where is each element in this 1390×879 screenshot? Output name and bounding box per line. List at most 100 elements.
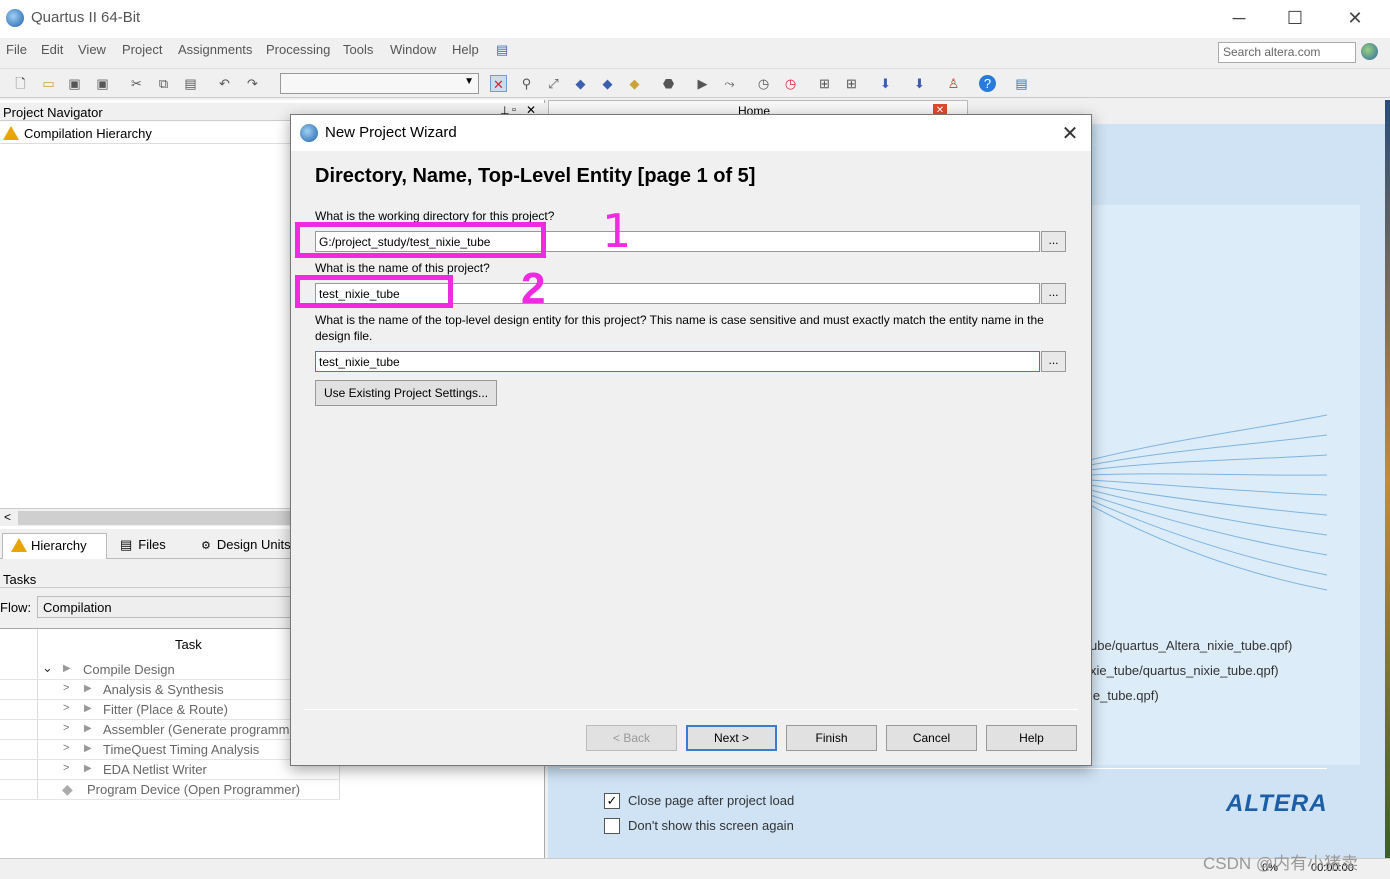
use-existing-settings-button[interactable]: Use Existing Project Settings... [315,380,497,406]
finish-button[interactable]: Finish [786,725,877,751]
menu-view[interactable]: View [78,42,106,57]
help-button[interactable]: Help [986,725,1077,751]
toolbar: 🗋 ▭ ▣ ▣ ✂ ⧉ ▤ ↶ ↷ ✕ ⚲ ⤢ ◆ ◆ ◆ ⬣ ▶ ⤳ ◷ ◷ … [0,68,1390,98]
analysis-icon[interactable]: ◆ [599,75,616,92]
sopc-builder-icon[interactable]: ♙ [945,75,962,92]
rtl-viewer-icon[interactable]: ⊞ [816,75,833,92]
browse-entity-button[interactable]: ... [1041,351,1066,372]
next-button[interactable]: Next > [686,725,777,751]
task-row-assembler[interactable]: > ▶ Assembler (Generate programmi [0,720,340,740]
checkmark-icon: ✓ [606,793,618,808]
task-row-compile-design[interactable]: ⌄ ▶ Compile Design [0,660,340,680]
copy-icon[interactable]: ⧉ [155,75,172,92]
close-window-button[interactable]: ✕ [1332,6,1378,30]
design-units-icon: ⚙ [201,540,211,552]
project-navigator-title: Project Navigator [3,105,103,120]
undo-icon[interactable]: ↶ [216,75,233,92]
chip-editor-icon[interactable]: ⬇ [911,75,928,92]
tab-hierarchy[interactable]: Hierarchy [2,533,107,559]
dialog-title: New Project Wizard [325,124,457,141]
dont-show-checkbox[interactable] [604,818,620,834]
chevron-right-icon[interactable]: > [63,682,69,694]
annotation-number-2: 2 [521,264,546,313]
play-icon: ▶ [84,703,92,714]
dialog-close-button[interactable]: ✕ [1058,121,1082,146]
window-title: Quartus II 64-Bit [31,9,141,26]
help-icon[interactable]: ? [979,75,996,92]
feedback-toolbar-icon[interactable]: ▤ [1013,75,1030,92]
tab-design-units[interactable]: ⚙ Design Units [193,533,299,559]
menu-assignments[interactable]: Assignments [178,42,252,57]
chevron-right-icon[interactable]: > [63,762,69,774]
files-icon: ▤ [120,537,133,552]
window-titlebar: Quartus II 64-Bit ─ ☐ ✕ [0,0,1390,38]
stop-icon[interactable]: ⬣ [660,75,677,92]
save-all-icon[interactable]: ▣ [94,75,111,92]
cut-icon[interactable]: ✂ [128,75,145,92]
browse-directory-button[interactable]: ... [1041,231,1066,252]
chip-planner-icon[interactable]: ✕ [490,75,507,92]
chevron-right-icon[interactable]: > [63,722,69,734]
feedback-icon[interactable]: ▤ [496,42,508,58]
start-compilation-icon[interactable]: ▶ [694,75,711,92]
menu-file[interactable]: File [6,42,27,57]
close-page-checkbox[interactable]: ✓ [604,793,620,809]
menu-project[interactable]: Project [122,42,162,57]
programmer-icon[interactable]: ⬇ [877,75,894,92]
compile-icon[interactable]: ◆ [572,75,589,92]
chevron-down-icon[interactable]: ⌄ [42,660,53,676]
task-row-timequest[interactable]: > ▶ TimeQuest Timing Analysis [0,740,340,760]
pin-planner-icon[interactable]: ⚲ [518,75,535,92]
tab-files[interactable]: ▤ Files [112,533,174,559]
chevron-right-icon[interactable]: > [63,742,69,754]
menu-edit[interactable]: Edit [41,42,63,57]
netlist-viewer-icon[interactable]: ⊞ [843,75,860,92]
paste-icon[interactable]: ▤ [182,75,199,92]
revision-dropdown[interactable]: ▼ [280,73,479,94]
chevron-down-icon: ▼ [464,76,474,87]
menu-processing[interactable]: Processing [266,42,330,57]
task-row-eda-netlist[interactable]: > ▶ EDA Netlist Writer [0,760,340,780]
recent-project-link[interactable]: xie_tube/quartus_nixie_tube.qpf) [1090,663,1279,678]
menu-help[interactable]: Help [452,42,479,57]
hierarchy-selector[interactable]: Compilation Hierarchy [0,122,300,144]
scroll-left-icon[interactable]: < [4,510,11,524]
hierarchy-selector-label: Compilation Hierarchy [24,126,152,141]
chevron-right-icon[interactable]: > [63,702,69,714]
new-file-icon[interactable]: 🗋 [12,75,29,92]
browse-name-button[interactable]: ... [1041,283,1066,304]
task-row-program-device[interactable]: ◆ Program Device (Open Programmer) [0,780,340,800]
cancel-button[interactable]: Cancel [886,725,977,751]
play-icon: ▶ [84,683,92,694]
maximize-button[interactable]: ☐ [1272,6,1318,30]
search-input[interactable]: Search altera.com [1218,42,1356,63]
synthesis-icon[interactable]: ◆ [626,75,643,92]
minimize-button[interactable]: ─ [1216,6,1262,30]
timequest-icon[interactable]: ◷ [782,75,799,92]
task-row-analysis-synthesis[interactable]: > ▶ Analysis & Synthesis [0,680,340,700]
design-assistant-icon[interactable]: ⤢ [545,75,562,92]
save-icon[interactable]: ▣ [66,75,83,92]
start-analysis-icon[interactable]: ⤳ [721,75,738,92]
recent-project-link[interactable]: ie_tube.qpf) [1090,688,1159,703]
annotation-box-2 [295,275,453,308]
recent-project-link[interactable]: ube/quartus_Altera_nixie_tube.qpf) [1090,638,1292,653]
globe-icon[interactable] [1361,43,1378,60]
back-button[interactable]: < Back [586,725,677,751]
watermark: CSDN @内有小猪卖 [1203,854,1359,873]
quartus-app-icon [300,124,318,142]
menu-window[interactable]: Window [390,42,436,57]
open-folder-icon[interactable]: ▭ [40,75,57,92]
top-entity-field[interactable]: test_nixie_tube [315,351,1040,372]
task-row-fitter[interactable]: > ▶ Fitter (Place & Route) [0,700,340,720]
annotation-box-1 [295,222,546,258]
timing-icon[interactable]: ◷ [755,75,772,92]
flow-select[interactable]: Compilation [37,596,297,618]
tasks-title: Tasks [3,572,37,587]
warning-icon [3,126,19,140]
project-name-question: What is the name of this project? [315,261,490,275]
redo-icon[interactable]: ↷ [244,75,261,92]
programmer-icon: ◆ [62,781,73,797]
menu-tools[interactable]: Tools [343,42,373,57]
dont-show-label: Don't show this screen again [628,818,794,833]
